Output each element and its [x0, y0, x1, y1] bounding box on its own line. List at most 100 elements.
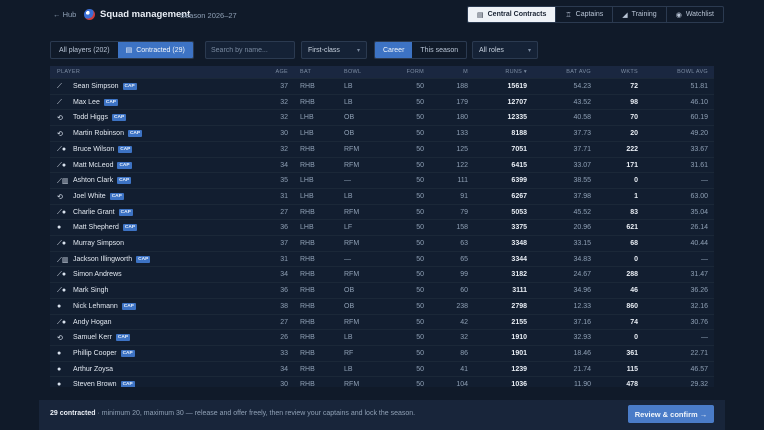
- table-row[interactable]: ⟲ Todd Higgs CAP 32 LHB OB 50 180 12335 40.58 70 60…: [50, 109, 714, 125]
- table-row[interactable]: ⟋ Max Lee CAP 32 RHB LB 50 179 12707 43.52 98 46.10: [50, 93, 714, 110]
- tab-captains[interactable]: ♖ Captains: [555, 7, 612, 22]
- tab-central-contracts[interactable]: ▤ Central Contracts: [468, 7, 556, 22]
- bat-avg-cell: 37.98: [573, 192, 591, 200]
- player-name[interactable]: Andy Hogan: [73, 319, 112, 326]
- table-row[interactable]: ● Phillip Cooper CAP 33 RHB RF 50 86 1901 18.46 36…: [50, 344, 714, 361]
- player-name[interactable]: Bruce Wilson CAP: [73, 145, 133, 153]
- bowl-avg-cell: 60.19: [690, 114, 708, 122]
- tab-training[interactable]: ◢ Training: [612, 7, 665, 22]
- age-cell: 34: [280, 365, 288, 373]
- back-to-hub-link[interactable]: ← Hub: [53, 10, 76, 19]
- bowl-avg-cell: 22.71: [690, 349, 708, 357]
- player-name[interactable]: Arthur Zoysa: [73, 366, 113, 373]
- player-name[interactable]: Joel White CAP: [73, 192, 124, 200]
- runs-cell: 1901: [511, 349, 527, 357]
- runs-cell: 3375: [511, 224, 527, 232]
- age-cell: 37: [280, 240, 288, 247]
- this-season-option[interactable]: This season: [412, 42, 466, 58]
- matches-cell: 133: [456, 130, 468, 138]
- allrounder-icon: ⟋●: [57, 208, 67, 216]
- cap-badge: CAP: [117, 177, 132, 185]
- player-name[interactable]: Matt Shepherd CAP: [73, 224, 138, 232]
- form-cell: 50: [416, 208, 424, 216]
- runs-cell: 12335: [507, 114, 527, 122]
- col-player[interactable]: PLAYER: [57, 69, 80, 75]
- runs-cell: 6267: [511, 192, 527, 200]
- player-name[interactable]: Phillip Cooper CAP: [73, 349, 135, 357]
- matches-cell: 180: [456, 114, 468, 122]
- age-cell: 37: [280, 83, 288, 90]
- bat-avg-cell: 34.96: [573, 287, 591, 295]
- col-matches[interactable]: M: [463, 69, 468, 75]
- bowl-avg-cell: —: [701, 334, 708, 342]
- col-form[interactable]: FORM: [407, 69, 424, 75]
- player-name[interactable]: Steven Brown CAP: [73, 381, 135, 387]
- bowl-style-cell: LB: [344, 83, 353, 90]
- table-row[interactable]: ⟋● Simon Andrews 34 RHB RFM 50 99 3182 24.67 288 3…: [50, 266, 714, 282]
- player-name[interactable]: Sean Simpson CAP: [73, 83, 137, 90]
- table-row[interactable]: ⟋● Charlie Grant CAP 27 RHB RFM 50 79 5053 45.52 8…: [50, 203, 714, 220]
- table-row[interactable]: ● Nick Lehmann CAP 38 RHB OB 50 238 2798 12.33 860…: [50, 297, 714, 314]
- search-input[interactable]: [205, 41, 295, 59]
- form-cell: 50: [416, 192, 424, 200]
- runs-cell: 7051: [511, 145, 527, 153]
- table-row[interactable]: ⟋ Sean Simpson CAP 37 RHB LB 50 188 15619 54.23 72…: [50, 78, 714, 94]
- age-cell: 27: [280, 318, 288, 326]
- age-cell: 32: [280, 145, 288, 153]
- player-name[interactable]: Todd Higgs CAP: [73, 114, 127, 122]
- table-row[interactable]: ● Arthur Zoysa 34 RHB LB 50 41 1239 21.74 115 46.5…: [50, 360, 714, 377]
- review-confirm-button[interactable]: Review & confirm →: [628, 405, 714, 423]
- table-row[interactable]: ⟲ Joel White CAP 31 LHB LB 50 91 6267 37.98 1 63.00: [50, 187, 714, 204]
- player-name[interactable]: Simon Andrews: [73, 271, 122, 278]
- col-bowl-avg[interactable]: BOWL AVG: [677, 69, 708, 75]
- bat-hand-cell: RHB: [300, 349, 315, 357]
- runs-cell: 6415: [511, 161, 527, 169]
- career-option[interactable]: Career: [375, 42, 413, 58]
- col-wkts[interactable]: WKTS: [621, 69, 638, 75]
- table-row[interactable]: ⟋● Mark Singh 36 RHB OB 50 60 3111 34.96 46 36.26: [50, 282, 714, 298]
- player-name[interactable]: Samuel Kerr CAP: [73, 334, 131, 342]
- table-row[interactable]: ⟲ Martin Robinson CAP 30 LHB OB 50 133 8188 37.73…: [50, 125, 714, 141]
- bat-hand-cell: RHB: [300, 302, 315, 310]
- player-name[interactable]: Jackson Illingworth CAP: [73, 255, 151, 263]
- wickets-cell: 222: [626, 145, 638, 153]
- table-row[interactable]: ● Steven Brown CAP 30 RHB RFM 50 104 1036 11.90 47…: [50, 376, 714, 387]
- runs-cell: 1239: [511, 365, 527, 373]
- roles-select[interactable]: All roles ▾: [472, 41, 538, 59]
- player-name[interactable]: Charlie Grant CAP: [73, 208, 133, 216]
- col-runs[interactable]: RUNS ▾: [505, 69, 527, 75]
- player-name-text: Nick Lehmann: [73, 302, 118, 310]
- player-name-text: Ashton Clark: [73, 177, 114, 185]
- tab-watchlist[interactable]: ◉ Watchlist: [665, 7, 723, 22]
- section-tabs: ▤ Central Contracts ♖ Captains ◢ Trainin…: [467, 6, 724, 23]
- bowl-avg-cell: 31.47: [690, 271, 708, 279]
- table-row[interactable]: ⟋● Andy Hogan 27 RHB RFM 50 42 2155 37.16 74 30.76: [50, 313, 714, 330]
- table-row[interactable]: ⟋● Murray Simpson 37 RHB RFM 50 63 3348 33.15 68 4…: [50, 235, 714, 251]
- player-name[interactable]: Murray Simpson: [73, 240, 124, 247]
- tab-label: Captains: [575, 11, 604, 18]
- age-cell: 32: [280, 114, 288, 122]
- format-select[interactable]: First-class ▾: [301, 41, 367, 59]
- col-bat-avg[interactable]: BAT AVG: [566, 69, 591, 75]
- cap-badge: CAP: [121, 302, 136, 310]
- col-age[interactable]: AGE: [275, 69, 288, 75]
- all-players-option[interactable]: All players (202): [51, 42, 118, 58]
- table-row[interactable]: ⟋▥ Ashton Clark CAP 35 LHB — 50 111 6399 38.55 0 —: [50, 172, 714, 188]
- contracted-option[interactable]: ▤ Contracted (29): [117, 42, 193, 58]
- player-name[interactable]: Max Lee CAP: [73, 98, 118, 106]
- player-name[interactable]: Matt McLeod CAP: [73, 161, 132, 169]
- matches-cell: 60: [460, 287, 468, 295]
- table-row[interactable]: ⟋● Matt McLeod CAP 34 RHB RFM 50 122 6415 33.07 17…: [50, 156, 714, 173]
- player-name[interactable]: Mark Singh: [73, 287, 108, 294]
- table-row[interactable]: ● Matt Shepherd CAP 36 LHB LF 50 158 3375 20.96 62…: [50, 219, 714, 235]
- bat-hand-cell: RHB: [300, 98, 315, 106]
- col-bat[interactable]: BAT: [300, 69, 311, 75]
- wickets-cell: 46: [630, 287, 638, 295]
- table-row[interactable]: ⟋● Bruce Wilson CAP 32 RHB RFM 50 125 7051 37.71 2…: [50, 140, 714, 157]
- table-row[interactable]: ⟲ Samuel Kerr CAP 26 RHB LB 50 32 1910 32.93 0 —: [50, 329, 714, 345]
- player-name[interactable]: Ashton Clark CAP: [73, 177, 132, 185]
- player-name[interactable]: Martin Robinson CAP: [73, 130, 143, 138]
- table-row[interactable]: ⟋▥ Jackson Illingworth CAP 31 RHB — 50 65 3344 34…: [50, 250, 714, 267]
- player-name[interactable]: Nick Lehmann CAP: [73, 302, 136, 310]
- col-bowl[interactable]: BOWL: [344, 69, 361, 75]
